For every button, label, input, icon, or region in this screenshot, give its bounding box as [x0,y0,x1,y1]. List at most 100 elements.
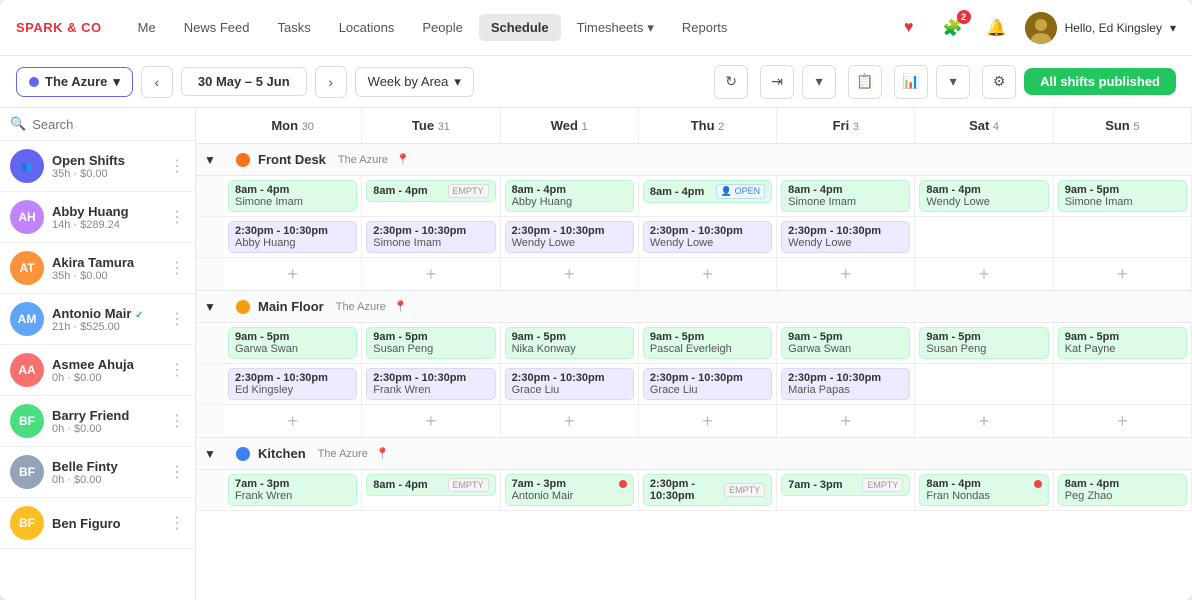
add-employee-button[interactable]: ⇥ [760,65,794,99]
add-shift-fd-mon[interactable]: + [224,258,362,290]
sidebar-item-antonio-mair[interactable]: AM Antonio Mair ✓ 21h · $525.00 ⋮ [0,294,195,345]
nav-news-feed[interactable]: News Feed [172,14,262,41]
section-front-desk-toggle[interactable]: ▼ [196,145,224,175]
location-selector[interactable]: The Azure ▾ [16,67,133,97]
shift-block[interactable]: 8am - 4pm Simone Imam [228,180,357,212]
shift-cell-fd-thu-1[interactable]: 8am - 4pm 👤 OPEN [639,176,777,216]
search-input[interactable] [32,117,208,132]
shift-cell-mf-tue-1[interactable]: 9am - 5pm Susan Peng [362,323,500,363]
shift-cell-mf-mon-2[interactable]: 2:30pm - 10:30pm Ed Kingsley [224,364,362,404]
open-shifts-menu-icon[interactable]: ⋮ [169,156,185,176]
shift-block[interactable]: 7am - 3pm Frank Wren [228,474,357,506]
nav-me[interactable]: Me [126,14,168,41]
add-shift-mf-fri[interactable]: + [777,405,915,437]
shift-block[interactable]: 7am - 3pm EMPTY [781,474,910,496]
nav-timesheets[interactable]: Timesheets ▾ [565,14,666,42]
shift-block[interactable]: 2:30pm - 10:30pm Ed Kingsley [228,368,357,400]
chart-button[interactable]: 📊 [894,65,928,99]
shift-cell-k-wed-1[interactable]: 7am - 3pmAntonio Mair [501,470,639,510]
shift-cell-k-sun-1[interactable]: 8am - 4pm Peg Zhao [1054,470,1192,510]
bell-icon[interactable]: 🔔 [981,12,1013,44]
ben-figuro-menu-icon[interactable]: ⋮ [169,513,185,533]
user-menu[interactable]: Hello, Ed Kingsley ▾ [1025,12,1176,44]
shift-cell-mf-thu-2[interactable]: 2:30pm - 10:30pm Grace Liu [639,364,777,404]
shift-cell-mf-thu-1[interactable]: 9am - 5pm Pascal Everleigh [639,323,777,363]
sidebar-item-akira-tamura[interactable]: AT Akira Tamura 35h · $0.00 ⋮ [0,243,195,294]
shift-cell-fd-thu-2[interactable]: 2:30pm - 10:30pm Wendy Lowe [639,217,777,257]
shift-block[interactable]: 2:30pm - 10:30pm Grace Liu [505,368,634,400]
shift-block[interactable]: 2:30pm - 10:30pm Wendy Lowe [781,221,910,253]
akira-tamura-menu-icon[interactable]: ⋮ [169,258,185,278]
prev-week-button[interactable]: ‹ [141,66,173,98]
shift-cell-k-fri-1[interactable]: 7am - 3pm EMPTY [777,470,915,510]
shift-block[interactable]: 8am - 4pmFran Nondas [919,474,1048,506]
shift-cell-mf-fri-2[interactable]: 2:30pm - 10:30pm Maria Papas [777,364,915,404]
next-week-button[interactable]: › [315,66,347,98]
shift-block[interactable]: 8am - 4pm Abby Huang [505,180,634,212]
shift-block[interactable]: 8am - 4pm Peg Zhao [1058,474,1187,506]
shift-block[interactable]: 9am - 5pm Nika Konway [505,327,634,359]
section-kitchen-toggle[interactable]: ▼ [196,439,224,469]
shift-cell-mf-sat-1[interactable]: 9am - 5pm Susan Peng [915,323,1053,363]
shift-cell-k-sat-1[interactable]: 8am - 4pmFran Nondas [915,470,1053,510]
copy-button[interactable]: 📋 [848,65,882,99]
shift-block[interactable]: 9am - 5pm Susan Peng [366,327,495,359]
add-shift-fd-wed[interactable]: + [501,258,639,290]
shift-block[interactable]: 9am - 5pm Simone Imam [1058,180,1187,212]
shift-cell-fd-sat-1[interactable]: 8am - 4pm Wendy Lowe [915,176,1053,216]
puzzle-icon[interactable]: 🧩 2 [937,12,969,44]
shift-cell-k-tue-1[interactable]: 8am - 4pm EMPTY [362,470,500,510]
shift-block[interactable]: 8am - 4pm 👤 OPEN [643,180,772,203]
shift-block[interactable]: 2:30pm - 10:30pm Grace Liu [643,368,772,400]
shift-cell-fd-tue-1[interactable]: 8am - 4pm EMPTY [362,176,500,216]
add-shift-mf-wed[interactable]: + [501,405,639,437]
shift-cell-mf-wed-2[interactable]: 2:30pm - 10:30pm Grace Liu [501,364,639,404]
shift-block[interactable]: 8am - 4pm Simone Imam [781,180,910,212]
add-shift-mf-mon[interactable]: + [224,405,362,437]
shift-cell-fd-tue-2[interactable]: 2:30pm - 10:30pm Simone Imam [362,217,500,257]
barry-friend-menu-icon[interactable]: ⋮ [169,411,185,431]
shift-block[interactable]: 9am - 5pm Garwa Swan [781,327,910,359]
shift-block[interactable]: 2:30pm - 10:30pm Abby Huang [228,221,357,253]
shift-cell-mf-wed-1[interactable]: 9am - 5pm Nika Konway [501,323,639,363]
refresh-button[interactable]: ↻ [714,65,748,99]
shift-cell-fd-sun-2[interactable] [1054,217,1192,257]
shift-cell-fd-mon-1[interactable]: 8am - 4pm Simone Imam [224,176,362,216]
nav-locations[interactable]: Locations [327,14,407,41]
view-mode-selector[interactable]: Week by Area ▾ [355,67,474,97]
shift-block[interactable]: 8am - 4pm EMPTY [366,474,495,496]
chart-dropdown-button[interactable]: ▾ [936,65,970,99]
shift-block[interactable]: 2:30pm - 10:30pm Wendy Lowe [505,221,634,253]
nav-reports[interactable]: Reports [670,14,740,41]
sidebar-item-barry-friend[interactable]: BF Barry Friend 0h · $0.00 ⋮ [0,396,195,447]
settings-button[interactable]: ⚙ [982,65,1016,99]
add-shift-fd-fri[interactable]: + [777,258,915,290]
shift-block[interactable]: 9am - 5pm Susan Peng [919,327,1048,359]
shift-cell-fd-wed-2[interactable]: 2:30pm - 10:30pm Wendy Lowe [501,217,639,257]
sidebar-item-belle-finty[interactable]: BF Belle Finty 0h · $0.00 ⋮ [0,447,195,498]
shift-cell-fd-sun-1[interactable]: 9am - 5pm Simone Imam [1054,176,1192,216]
sidebar-item-open-shifts[interactable]: 👥 Open Shifts 35h · $0.00 ⋮ [0,141,195,192]
shift-block[interactable]: 2:30pm - 10:30pm Maria Papas [781,368,910,400]
shift-block[interactable]: 8am - 4pm Wendy Lowe [919,180,1048,212]
shift-block[interactable]: 2:30pm - 10:30pm Frank Wren [366,368,495,400]
shift-cell-fd-mon-2[interactable]: 2:30pm - 10:30pm Abby Huang [224,217,362,257]
shift-cell-fd-sat-2[interactable] [915,217,1053,257]
shift-cell-fd-wed-1[interactable]: 8am - 4pm Abby Huang [501,176,639,216]
shift-cell-k-thu-1[interactable]: 2:30pm - 10:30pm EMPTY [639,470,777,510]
shift-block[interactable]: 2:30pm - 10:30pm Simone Imam [366,221,495,253]
antonio-mair-menu-icon[interactable]: ⋮ [169,309,185,329]
add-shift-fd-sat[interactable]: + [915,258,1053,290]
shift-cell-fd-fri-1[interactable]: 8am - 4pm Simone Imam [777,176,915,216]
shift-block[interactable]: 2:30pm - 10:30pm Wendy Lowe [643,221,772,253]
favorites-icon[interactable]: ♥ [893,12,925,44]
belle-finty-menu-icon[interactable]: ⋮ [169,462,185,482]
add-shift-fd-sun[interactable]: + [1054,258,1192,290]
sidebar-item-ben-figuro[interactable]: BF Ben Figuro ⋮ [0,498,195,549]
add-shift-fd-thu[interactable]: + [639,258,777,290]
add-shift-fd-tue[interactable]: + [362,258,500,290]
section-main-floor-toggle[interactable]: ▼ [196,292,224,322]
dropdown-button[interactable]: ▾ [802,65,836,99]
shift-cell-mf-mon-1[interactable]: 9am - 5pm Garwa Swan [224,323,362,363]
sidebar-item-asmee-ahuja[interactable]: AA Asmee Ahuja 0h · $0.00 ⋮ [0,345,195,396]
